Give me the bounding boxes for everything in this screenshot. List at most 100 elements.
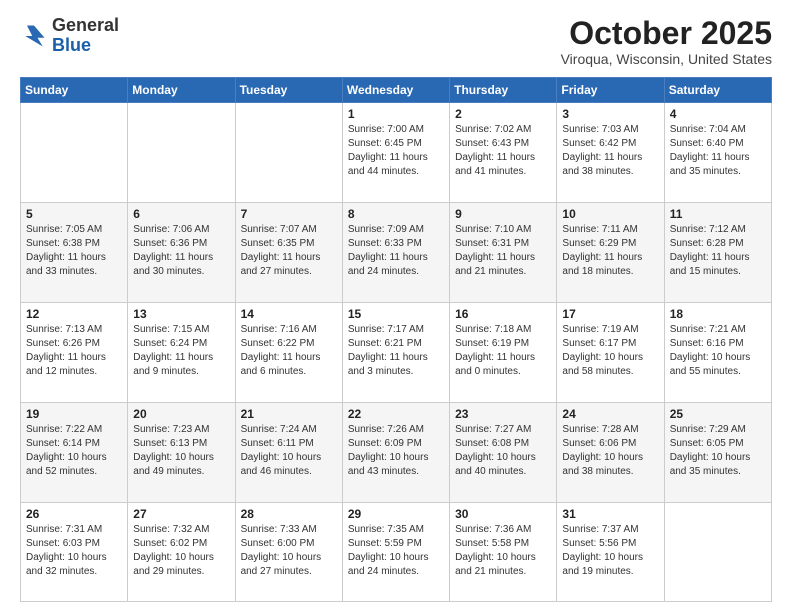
calendar-cell: 7 Sunrise: 7:07 AMSunset: 6:35 PMDaylight… <box>235 203 342 303</box>
day-number: 6 <box>133 207 229 221</box>
day-number: 20 <box>133 407 229 421</box>
logo-general: General <box>52 15 119 35</box>
calendar-cell: 27 Sunrise: 7:32 AMSunset: 6:02 PMDayligh… <box>128 503 235 602</box>
day-number: 18 <box>670 307 766 321</box>
day-number: 5 <box>26 207 122 221</box>
weekday-header-friday: Friday <box>557 78 664 103</box>
day-info: Sunrise: 7:32 AMSunset: 6:02 PMDaylight:… <box>133 523 229 579</box>
day-info: Sunrise: 7:37 AMSunset: 5:56 PMDaylight:… <box>562 523 658 579</box>
calendar-cell: 25 Sunrise: 7:29 AMSunset: 6:05 PMDayligh… <box>664 403 771 503</box>
day-info: Sunrise: 7:06 AMSunset: 6:36 PMDaylight:… <box>133 223 229 279</box>
month-title: October 2025 <box>561 16 772 51</box>
day-info: Sunrise: 7:28 AMSunset: 6:06 PMDaylight:… <box>562 423 658 479</box>
calendar-cell: 10 Sunrise: 7:11 AMSunset: 6:29 PMDayligh… <box>557 203 664 303</box>
day-info: Sunrise: 7:12 AMSunset: 6:28 PMDaylight:… <box>670 223 766 279</box>
day-number: 16 <box>455 307 551 321</box>
calendar-week-row: 1 Sunrise: 7:00 AMSunset: 6:45 PMDaylight… <box>21 103 772 203</box>
day-info: Sunrise: 7:00 AMSunset: 6:45 PMDaylight:… <box>348 123 444 179</box>
day-number: 13 <box>133 307 229 321</box>
calendar-table: SundayMondayTuesdayWednesdayThursdayFrid… <box>20 77 772 602</box>
calendar-week-row: 26Sunrise: 7:31 AMSunset: 6:03 PMDayligh… <box>21 503 772 602</box>
title-block: October 2025 Viroqua, Wisconsin, United … <box>561 16 772 67</box>
calendar-cell: 16Sunrise: 7:18 AMSunset: 6:19 PMDayligh… <box>450 303 557 403</box>
day-number: 24 <box>562 407 658 421</box>
calendar-cell: 2 Sunrise: 7:02 AMSunset: 6:43 PMDaylight… <box>450 103 557 203</box>
calendar-cell: 23Sunrise: 7:27 AMSunset: 6:08 PMDayligh… <box>450 403 557 503</box>
day-number: 9 <box>455 207 551 221</box>
day-number: 30 <box>455 507 551 521</box>
day-number: 10 <box>562 207 658 221</box>
calendar-cell: 30 Sunrise: 7:36 AMSunset: 5:58 PMDayligh… <box>450 503 557 602</box>
calendar-cell <box>664 503 771 602</box>
day-info: Sunrise: 7:02 AMSunset: 6:43 PMDaylight:… <box>455 123 551 179</box>
day-info: Sunrise: 7:35 AMSunset: 5:59 PMDaylight:… <box>348 523 444 579</box>
day-info: Sunrise: 7:29 AMSunset: 6:05 PMDaylight:… <box>670 423 766 479</box>
day-number: 22 <box>348 407 444 421</box>
weekday-header-thursday: Thursday <box>450 78 557 103</box>
day-info: Sunrise: 7:04 AMSunset: 6:40 PMDaylight:… <box>670 123 766 179</box>
calendar-week-row: 12 Sunrise: 7:13 AMSunset: 6:26 PMDayligh… <box>21 303 772 403</box>
logo-text: General Blue <box>52 16 119 56</box>
day-info: Sunrise: 7:19 AMSunset: 6:17 PMDaylight:… <box>562 323 658 379</box>
day-info: Sunrise: 7:15 AMSunset: 6:24 PMDaylight:… <box>133 323 229 379</box>
calendar-cell: 18Sunrise: 7:21 AMSunset: 6:16 PMDayligh… <box>664 303 771 403</box>
day-info: Sunrise: 7:16 AMSunset: 6:22 PMDaylight:… <box>241 323 337 379</box>
day-number: 21 <box>241 407 337 421</box>
calendar-cell: 13 Sunrise: 7:15 AMSunset: 6:24 PMDayligh… <box>128 303 235 403</box>
day-info: Sunrise: 7:36 AMSunset: 5:58 PMDaylight:… <box>455 523 551 579</box>
day-number: 7 <box>241 207 337 221</box>
day-number: 17 <box>562 307 658 321</box>
day-number: 11 <box>670 207 766 221</box>
day-info: Sunrise: 7:11 AMSunset: 6:29 PMDaylight:… <box>562 223 658 279</box>
day-number: 3 <box>562 107 658 121</box>
calendar-cell: 9 Sunrise: 7:10 AMSunset: 6:31 PMDaylight… <box>450 203 557 303</box>
day-number: 31 <box>562 507 658 521</box>
day-info: Sunrise: 7:33 AMSunset: 6:00 PMDaylight:… <box>241 523 337 579</box>
calendar-week-row: 5 Sunrise: 7:05 AMSunset: 6:38 PMDaylight… <box>21 203 772 303</box>
day-number: 28 <box>241 507 337 521</box>
weekday-header-sunday: Sunday <box>21 78 128 103</box>
day-info: Sunrise: 7:13 AMSunset: 6:26 PMDaylight:… <box>26 323 122 379</box>
day-number: 1 <box>348 107 444 121</box>
day-number: 29 <box>348 507 444 521</box>
calendar-cell: 19Sunrise: 7:22 AMSunset: 6:14 PMDayligh… <box>21 403 128 503</box>
calendar-cell: 21 Sunrise: 7:24 AMSunset: 6:11 PMDayligh… <box>235 403 342 503</box>
day-info: Sunrise: 7:23 AMSunset: 6:13 PMDaylight:… <box>133 423 229 479</box>
calendar-cell <box>235 103 342 203</box>
weekday-header-tuesday: Tuesday <box>235 78 342 103</box>
day-info: Sunrise: 7:26 AMSunset: 6:09 PMDaylight:… <box>348 423 444 479</box>
calendar-cell: 24 Sunrise: 7:28 AMSunset: 6:06 PMDayligh… <box>557 403 664 503</box>
calendar-cell: 8Sunrise: 7:09 AMSunset: 6:33 PMDaylight… <box>342 203 449 303</box>
calendar-cell: 4 Sunrise: 7:04 AMSunset: 6:40 PMDaylight… <box>664 103 771 203</box>
page: General Blue October 2025 Viroqua, Wisco… <box>0 0 792 612</box>
day-number: 25 <box>670 407 766 421</box>
calendar-cell: 6 Sunrise: 7:06 AMSunset: 6:36 PMDaylight… <box>128 203 235 303</box>
calendar-week-row: 19Sunrise: 7:22 AMSunset: 6:14 PMDayligh… <box>21 403 772 503</box>
weekday-header-saturday: Saturday <box>664 78 771 103</box>
calendar-cell: 3 Sunrise: 7:03 AMSunset: 6:42 PMDaylight… <box>557 103 664 203</box>
calendar-cell: 11 Sunrise: 7:12 AMSunset: 6:28 PMDayligh… <box>664 203 771 303</box>
day-info: Sunrise: 7:22 AMSunset: 6:14 PMDaylight:… <box>26 423 122 479</box>
calendar-cell: 22 Sunrise: 7:26 AMSunset: 6:09 PMDayligh… <box>342 403 449 503</box>
weekday-header-row: SundayMondayTuesdayWednesdayThursdayFrid… <box>21 78 772 103</box>
day-number: 4 <box>670 107 766 121</box>
calendar-cell: 28 Sunrise: 7:33 AMSunset: 6:00 PMDayligh… <box>235 503 342 602</box>
calendar-cell: 14 Sunrise: 7:16 AMSunset: 6:22 PMDayligh… <box>235 303 342 403</box>
calendar-cell: 29 Sunrise: 7:35 AMSunset: 5:59 PMDayligh… <box>342 503 449 602</box>
calendar-cell: 31 Sunrise: 7:37 AMSunset: 5:56 PMDayligh… <box>557 503 664 602</box>
day-info: Sunrise: 7:09 AMSunset: 6:33 PMDaylight:… <box>348 223 444 279</box>
day-info: Sunrise: 7:05 AMSunset: 6:38 PMDaylight:… <box>26 223 122 279</box>
day-info: Sunrise: 7:07 AMSunset: 6:35 PMDaylight:… <box>241 223 337 279</box>
day-info: Sunrise: 7:24 AMSunset: 6:11 PMDaylight:… <box>241 423 337 479</box>
logo: General Blue <box>20 16 119 56</box>
day-number: 27 <box>133 507 229 521</box>
calendar-cell: 20 Sunrise: 7:23 AMSunset: 6:13 PMDayligh… <box>128 403 235 503</box>
day-number: 26 <box>26 507 122 521</box>
logo-icon <box>20 22 48 50</box>
calendar-cell: 15Sunrise: 7:17 AMSunset: 6:21 PMDayligh… <box>342 303 449 403</box>
day-info: Sunrise: 7:10 AMSunset: 6:31 PMDaylight:… <box>455 223 551 279</box>
day-number: 14 <box>241 307 337 321</box>
day-number: 2 <box>455 107 551 121</box>
day-info: Sunrise: 7:03 AMSunset: 6:42 PMDaylight:… <box>562 123 658 179</box>
day-number: 12 <box>26 307 122 321</box>
